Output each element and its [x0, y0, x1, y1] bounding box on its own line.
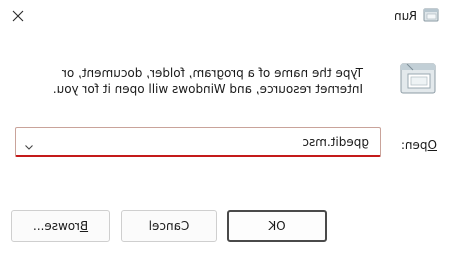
browse-label-rest: rowse... [32, 219, 80, 233]
open-label-mnemonic: O [427, 138, 437, 152]
open-label-rest: pen: [400, 138, 428, 152]
run-icon [399, 60, 437, 98]
close-icon [13, 7, 25, 26]
open-label: Open: [401, 137, 437, 153]
cancel-button[interactable]: Cancel [121, 210, 217, 242]
open-input-value[interactable]: gpedit.msc [302, 134, 369, 150]
ok-button[interactable]: OK [227, 210, 327, 242]
run-icon [423, 7, 439, 23]
window-title: Run [393, 9, 417, 23]
close-button[interactable] [0, 0, 37, 32]
browse-mnemonic: B [79, 219, 89, 233]
run-dialog: Run Type the name of a program, folder, … [0, 0, 449, 264]
open-combobox[interactable]: gpedit.msc [15, 127, 381, 157]
browse-button[interactable]: Browse... [11, 210, 110, 242]
description-line-2: Internet resource, and Windows will open… [52, 82, 363, 96]
description-text: Type the name of a program, folder, docu… [33, 65, 363, 97]
chevron-down-icon[interactable] [24, 137, 34, 150]
description-line-1: Type the name of a program, folder, docu… [61, 66, 363, 80]
